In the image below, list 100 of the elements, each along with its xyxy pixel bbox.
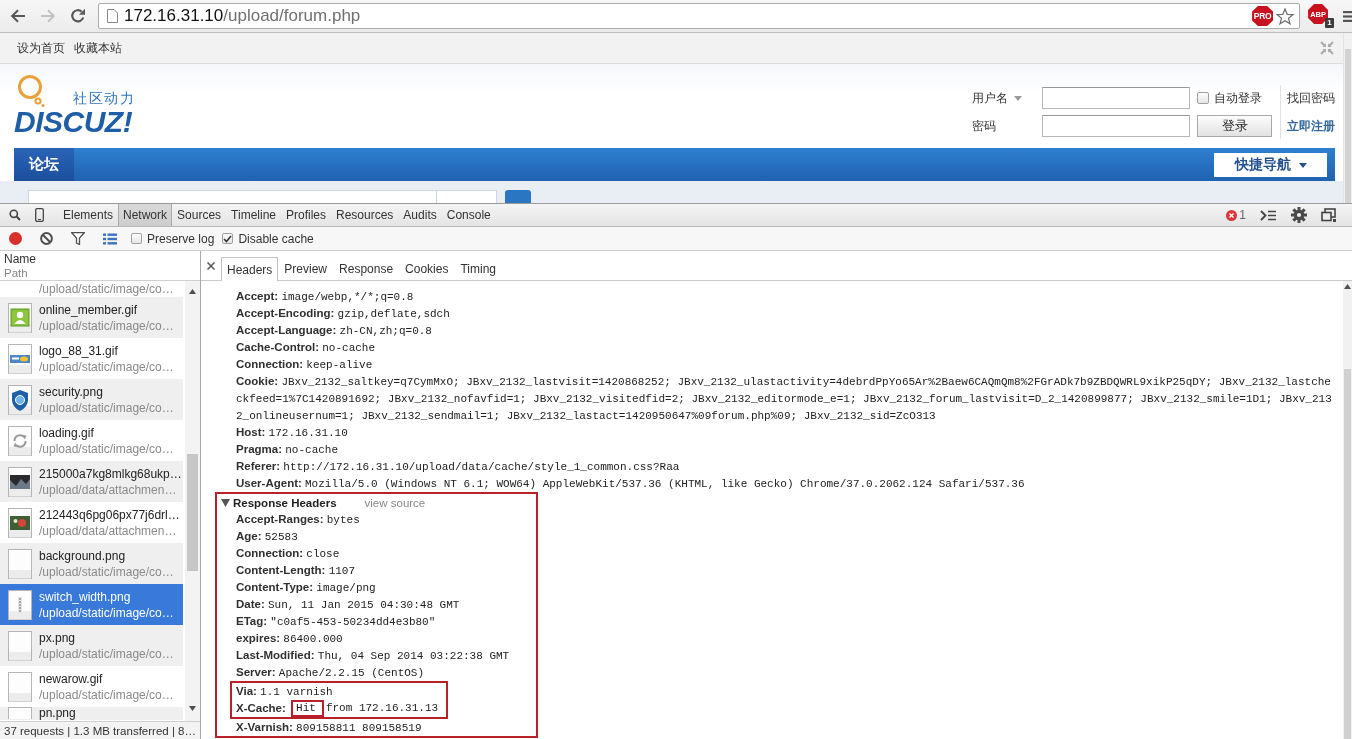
banner-thumbnail [8, 343, 32, 374]
view-source-link[interactable]: view source [364, 496, 426, 509]
scrollbar[interactable] [1343, 33, 1352, 203]
clear-icon[interactable] [40, 232, 53, 245]
password-label: 密码 [972, 117, 996, 135]
up-arrow-icon[interactable] [189, 289, 196, 294]
header-name: X-Cache: [236, 702, 286, 714]
devtools-tab[interactable]: Timeline [226, 204, 281, 226]
checkbox[interactable] [1197, 92, 1209, 104]
down-arrow-icon[interactable] [189, 706, 196, 711]
logo-tagline: 社区动力 [73, 91, 135, 107]
file-path: /upload/static/image/co… [39, 281, 174, 297]
detail-tab[interactable]: Timing [454, 257, 502, 280]
devtools-tab[interactable]: Console [441, 204, 496, 226]
error-count[interactable]: 1 [1239, 208, 1246, 222]
scrollbar-thumb[interactable] [1344, 369, 1351, 739]
filter-icon[interactable] [71, 232, 85, 245]
close-icon[interactable] [207, 261, 215, 270]
settings-icon[interactable] [1291, 207, 1307, 223]
nav-tab[interactable]: 论坛 [14, 148, 74, 181]
expand-triangle-icon[interactable] [221, 498, 230, 507]
address-field[interactable]: 172.16.31.10/upload/forum.php PRO [98, 3, 1301, 29]
checkbox[interactable] [222, 233, 234, 244]
devtools-tab[interactable]: Sources [172, 204, 227, 226]
shield-icon [8, 384, 32, 415]
request-row[interactable]: background.png /upload/static/image/co… [0, 543, 183, 584]
checkbox-label: Preserve log [147, 231, 215, 246]
request-row[interactable]: 215000a7kg8mlkg68ukp… /upload/data/attachmen… [0, 461, 183, 502]
error-icon[interactable] [1226, 209, 1238, 221]
login-button[interactable]: 登录 [1197, 115, 1272, 137]
header-line: Accept-Encoding: gzip,deflate,sdch [236, 306, 451, 322]
header-line: Cookie: JBxv_2132_saltkey=q7CymMxO; JBxv_2132_lastvisit=1420868252; JBxv_2132_ulastactivity=4debrdPpYo65Ar%2Baew6CAQmQm8%2FGrADk7b9ZBDQWRL9xikP25qDY; JBxv_2132_lastcheckfeed=1%7C1420891692; JBxv_2132_nofavfid=1; JBxv_2132_visitedfid=2; JBxv_2132_editormode_e=1; JBxv_2132_forum_lastvisit=D_2_1420899877; JBxv_2132_smile=1D1; JBxv_2132_onlineusernum=1; JBxv_2132_sendmail=1; JBxv_2132_lastact=1420950647%09forum.php%09; JBxv_2132_sid=ZcO313 [236, 374, 1333, 424]
caret-icon[interactable] [1014, 95, 1022, 101]
dropdown-field[interactable] [437, 190, 497, 203]
detail-tab[interactable]: Preview [278, 257, 334, 280]
file-path: /upload/static/image/co… [39, 399, 174, 417]
menu-icon[interactable] [1343, 9, 1352, 23]
header-line: Accept-Language: zh-CN,zh;q=0.8 [236, 323, 433, 339]
quick-nav-button[interactable]: 快捷导航 [1214, 153, 1327, 177]
devtools-tab[interactable]: Audits [398, 204, 442, 226]
dock-icon[interactable] [1321, 208, 1336, 222]
file-name: pn.png [39, 707, 76, 720]
devtools-tab[interactable]: Profiles [281, 204, 331, 226]
checkbox-label: 自动登录 [1214, 89, 1262, 107]
forgot-password-link[interactable]: 找回密码 [1281, 89, 1335, 107]
request-row[interactable]: px.png /upload/static/image/co… [0, 625, 183, 666]
extension-badge[interactable]: PRO [1252, 6, 1274, 26]
header-line: Pragma: no-cache [236, 442, 340, 458]
request-row[interactable]: pn.png [0, 707, 183, 720]
detail-tab[interactable]: Cookies [399, 257, 455, 280]
scrollbar-thumb[interactable] [1345, 49, 1351, 203]
file-path: /upload/data/attachmen… [39, 522, 178, 540]
header-line: Content-Length: 1107 [236, 563, 357, 579]
devtools-tab[interactable]: Elements [58, 204, 119, 226]
scrollbar-thumb[interactable] [187, 454, 198, 571]
file-name: security.png [39, 383, 104, 400]
header-line: Referer: http://172.16.31.10/upload/data/cache/style_1_common.css?Raa [236, 459, 681, 475]
file-name: newarow.gif [39, 670, 104, 687]
scrollbar[interactable] [185, 281, 200, 721]
photo-thumbnail [8, 466, 32, 497]
request-row[interactable]: online_member.gif /upload/static/image/co… [0, 297, 183, 338]
header-line: Date: Sun, 11 Jan 2015 04:30:48 GMT [236, 597, 461, 613]
blank-thumbnail [8, 630, 32, 661]
header-value: from 172.16.31.13 [324, 701, 440, 716]
username-field[interactable] [1042, 87, 1190, 109]
register-link[interactable]: 立即注册 [1281, 117, 1335, 135]
section-title[interactable]: Response Headers [233, 496, 337, 509]
search-field[interactable] [28, 190, 437, 203]
file-path: /upload/static/image/co… [39, 563, 174, 581]
search-icon[interactable] [9, 209, 21, 221]
caret-icon [1298, 162, 1307, 168]
list-view-icon[interactable] [103, 232, 117, 245]
detail-tab[interactable]: Headers [221, 257, 279, 281]
devtools-tab[interactable]: Network [118, 204, 173, 226]
password-field[interactable] [1042, 115, 1190, 137]
back-arrow-icon[interactable] [10, 9, 26, 23]
top-link[interactable]: 设为首页 [17, 39, 65, 57]
reload-icon[interactable] [70, 8, 86, 24]
up-arrow-icon[interactable] [1344, 284, 1351, 289]
star-icon[interactable] [1276, 7, 1295, 25]
file-path: /upload/static/image/co… [39, 686, 174, 704]
top-link[interactable]: 收藏本站 [74, 39, 122, 57]
header-line: Age: 52583 [236, 529, 299, 545]
file-name: switch_width.png [39, 588, 132, 605]
header-line: Content-Type: image/png [236, 580, 377, 596]
header-line: Server: Apache/2.2.15 (CentOS) [236, 665, 426, 681]
blank-thumbnail [8, 548, 32, 579]
request-row[interactable]: switch_width.png /upload/static/image/co… [0, 584, 183, 625]
header-line: Accept-Ranges: bytes [236, 512, 361, 528]
phone-icon[interactable] [35, 208, 44, 222]
header-line: Accept: image/webp,*/*;q=0.8 [236, 289, 415, 305]
count-badge: 1 [1325, 18, 1334, 28]
console-icon[interactable] [1260, 208, 1277, 222]
detail-tab[interactable]: Response [333, 257, 400, 280]
record-icon[interactable] [9, 232, 22, 245]
devtools-tab[interactable]: Resources [331, 204, 399, 226]
request-row[interactable]: security.png /upload/static/image/co… [0, 379, 183, 420]
checkbox[interactable] [131, 233, 142, 244]
scrollbar[interactable] [1343, 281, 1352, 739]
file-path: /upload/static/image/co… [39, 317, 174, 335]
